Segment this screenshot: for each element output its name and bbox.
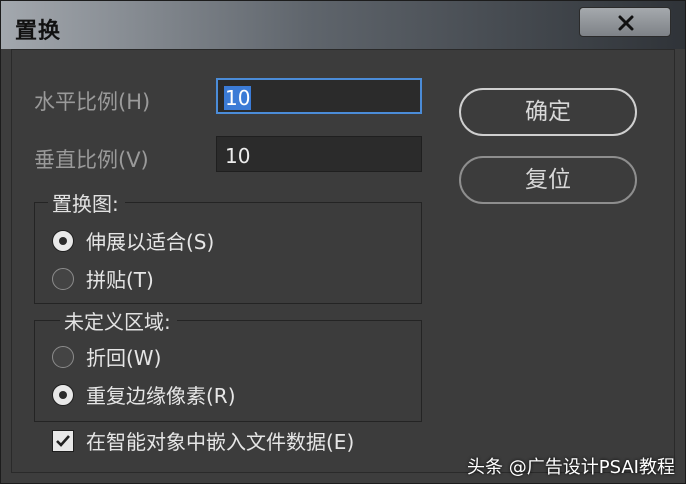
ok-button[interactable]: 确定 xyxy=(459,88,637,136)
displacement-map-title: 置换图: xyxy=(48,188,125,217)
radio-stretch-to-fit[interactable]: 伸展以适合(S) xyxy=(52,226,214,255)
displace-dialog: 置换 水平比例(H) 10 垂直比例(V) 10 确定 复位 置换图: 伸展以适… xyxy=(0,0,686,484)
embed-data-label: 在智能对象中嵌入文件数据(E) xyxy=(86,430,355,454)
embed-data-checkbox-row[interactable]: 在智能对象中嵌入文件数据(E) xyxy=(52,426,354,455)
vertical-scale-input[interactable]: 10 xyxy=(216,136,422,172)
radio-button-selected[interactable] xyxy=(52,383,74,406)
radio-wrap-around-label: 折回(W) xyxy=(86,346,162,370)
radio-tile-label: 拼贴(T) xyxy=(86,268,154,292)
dialog-body: 水平比例(H) 10 垂直比例(V) 10 确定 复位 置换图: 伸展以适合(S… xyxy=(11,49,675,473)
radio-tile[interactable]: 拼贴(T) xyxy=(52,264,154,293)
radio-button-unselected[interactable] xyxy=(52,267,74,290)
radio-stretch-to-fit-label: 伸展以适合(S) xyxy=(86,230,215,254)
radio-repeat-edge-pixels-label: 重复边缘像素(R) xyxy=(86,384,236,408)
radio-wrap-around[interactable]: 折回(W) xyxy=(52,342,161,371)
close-button[interactable] xyxy=(579,7,671,37)
horizontal-scale-label: 水平比例(H) xyxy=(34,90,151,114)
horizontal-scale-value: 10 xyxy=(224,86,252,110)
embed-data-checkbox[interactable] xyxy=(52,429,74,452)
reset-button[interactable]: 复位 xyxy=(459,156,637,204)
close-icon xyxy=(618,15,634,31)
horizontal-scale-input[interactable]: 10 xyxy=(216,78,422,114)
checkmark-icon xyxy=(56,434,70,447)
vertical-scale-value: 10 xyxy=(225,144,251,168)
title-bar[interactable]: 置换 xyxy=(1,1,685,49)
radio-repeat-edge-pixels[interactable]: 重复边缘像素(R) xyxy=(52,380,236,409)
radio-button-selected[interactable] xyxy=(52,229,74,252)
watermark-text: 头条 @广告设计PSAI教程 xyxy=(467,457,675,478)
undefined-areas-title: 未定义区域: xyxy=(60,306,177,335)
vertical-scale-label: 垂直比例(V) xyxy=(34,148,149,172)
dialog-title: 置换 xyxy=(15,19,62,44)
radio-button-unselected[interactable] xyxy=(52,345,74,368)
